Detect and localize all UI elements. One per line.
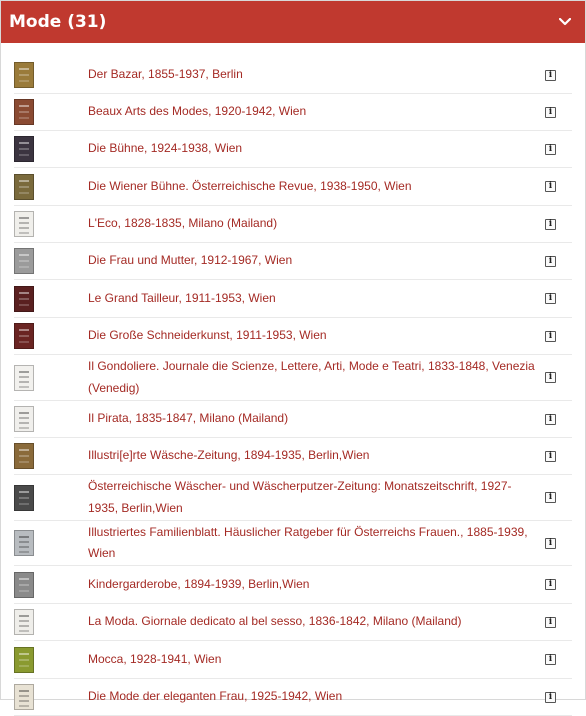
cover-thumbnail[interactable] [14,484,34,511]
cover-thumbnail[interactable] [14,285,34,312]
info-icon[interactable]: i [545,293,556,304]
thumbnail-cell [14,406,88,432]
thumbnail-cell [14,571,88,598]
publication-title-link[interactable]: Die Frau und Mutter, 1912-1967, Wien [88,250,545,272]
cover-thumbnail[interactable] [14,530,34,556]
mode-panel: Mode (31) Der Bazar, 1855-1937, Berlin i B… [0,0,586,716]
cover-thumbnail[interactable] [14,609,34,635]
publication-title-link[interactable]: Il Gondoliere. Journale die Scienze, Let… [88,356,545,399]
publication-title-link[interactable]: Illustri[e]rte Wäsche-Zeitung, 1894-1935… [88,445,545,467]
thumbnail-cell [14,443,88,469]
thumbnail-cell [14,684,88,710]
publication-title-link[interactable]: Die Große Schneiderkunst, 1911-1953, Wie… [88,325,545,347]
thumbnail-cell [14,136,88,162]
info-icon[interactable]: i [545,492,556,503]
chevron-down-icon[interactable] [557,14,573,30]
cover-thumbnail[interactable] [14,684,34,710]
cover-thumbnail[interactable] [14,211,34,237]
info-icon[interactable]: i [545,413,556,425]
info-icon[interactable]: i [545,181,556,192]
thumbnail-cell [14,99,88,125]
list-item: Beaux Arts des Modes, 1920-1942, Wien i [14,94,572,131]
publication-title-link[interactable]: Die Bühne, 1924-1938, Wien [88,138,545,160]
list-item: La Moda. Giornale dedicato al bel sesso,… [14,604,572,641]
cover-thumbnail[interactable] [14,173,34,200]
info-icon[interactable]: i [545,255,556,267]
publication-title-link[interactable]: Kindergarderobe, 1894-1939, Berlin,Wien [88,574,545,596]
cover-thumbnail[interactable] [14,248,34,274]
list-item: Die Große Schneiderkunst, 1911-1953, Wie… [14,318,572,355]
info-icon[interactable]: i [545,691,556,703]
publication-title-link[interactable]: Die Wiener Bühne. Österreichische Revue,… [88,176,545,198]
info-icon[interactable]: i [545,372,556,383]
publication-title-link[interactable]: La Moda. Giornale dedicato al bel sesso,… [88,611,545,633]
thumbnail-cell [14,484,88,511]
info-icon[interactable]: i [545,537,556,549]
list-item: Die Mode der eleganten Frau, 1925-1942, … [14,679,572,716]
thumbnail-cell [14,285,88,312]
list-item: Der Bazar, 1855-1937, Berlin i [14,57,572,94]
info-icon[interactable]: i [545,654,556,665]
list-item: Le Grand Tailleur, 1911-1953, Wien i [14,280,572,318]
publication-title-link[interactable]: L'Eco, 1828-1835, Milano (Mailand) [88,213,545,235]
thumbnail-cell [14,323,88,349]
list-item: Die Wiener Bühne. Österreichische Revue,… [14,168,572,206]
info-icon[interactable]: i [545,143,556,155]
thumbnail-cell [14,364,88,391]
thumbnail-cell [14,62,88,88]
publication-title-link[interactable]: Mocca, 1928-1941, Wien [88,649,545,671]
publication-title-link[interactable]: Österreichische Wäscher- und Wäscherputz… [88,476,545,519]
cover-thumbnail[interactable] [14,136,34,162]
publication-title-link[interactable]: Il Pirata, 1835-1847, Milano (Mailand) [88,408,545,430]
publication-title-link[interactable]: Beaux Arts des Modes, 1920-1942, Wien [88,101,545,123]
cover-thumbnail[interactable] [14,323,34,349]
thumbnail-cell [14,646,88,673]
thumbnail-cell [14,211,88,237]
publication-list: Der Bazar, 1855-1937, Berlin i Beaux Arts … [1,43,585,716]
publication-title-link[interactable]: Der Bazar, 1855-1937, Berlin [88,64,545,86]
list-item: Il Gondoliere. Journale die Scienze, Let… [14,355,572,401]
list-item: Illustri[e]rte Wäsche-Zeitung, 1894-1935… [14,438,572,475]
thumbnail-cell [14,530,88,556]
info-icon[interactable]: i [545,69,556,81]
cover-thumbnail[interactable] [14,364,34,391]
mode-accordion-header[interactable]: Mode (31) [1,1,585,43]
cover-thumbnail[interactable] [14,62,34,88]
info-icon[interactable]: i [545,616,556,628]
list-item: Il Pirata, 1835-1847, Milano (Mailand) i [14,401,572,438]
thumbnail-cell [14,173,88,200]
info-icon[interactable]: i [545,450,556,462]
list-item: Die Bühne, 1924-1938, Wien i [14,131,572,168]
publication-title-link[interactable]: Illustriertes Familienblatt. Häuslicher … [88,522,545,565]
list-item: Illustriertes Familienblatt. Häuslicher … [14,521,572,566]
info-icon[interactable]: i [545,106,556,118]
cover-thumbnail[interactable] [14,99,34,125]
thumbnail-cell [14,248,88,274]
thumbnail-cell [14,609,88,635]
publication-title-link[interactable]: Le Grand Tailleur, 1911-1953, Wien [88,288,545,310]
cover-thumbnail[interactable] [14,571,34,598]
publication-title-link[interactable]: Die Mode der eleganten Frau, 1925-1942, … [88,686,545,708]
panel-title: Mode (31) [9,12,107,32]
cover-thumbnail[interactable] [14,406,34,432]
info-icon[interactable]: i [545,330,556,342]
info-icon[interactable]: i [545,218,556,230]
info-icon[interactable]: i [545,579,556,590]
cover-thumbnail[interactable] [14,646,34,673]
list-item: Kindergarderobe, 1894-1939, Berlin,Wien i [14,566,572,604]
list-item: Die Frau und Mutter, 1912-1967, Wien i [14,243,572,280]
list-item: Österreichische Wäscher- und Wäscherputz… [14,475,572,521]
cover-thumbnail[interactable] [14,443,34,469]
list-item: Mocca, 1928-1941, Wien i [14,641,572,679]
list-item: L'Eco, 1828-1835, Milano (Mailand) i [14,206,572,243]
